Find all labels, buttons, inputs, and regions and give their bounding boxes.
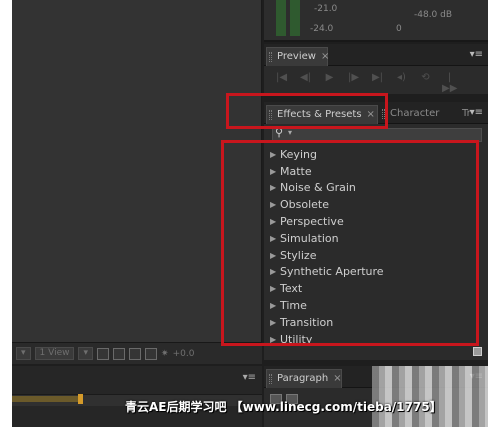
last-frame-icon[interactable]: ▶| bbox=[370, 72, 385, 94]
highlight-box-effects-tab bbox=[226, 93, 388, 129]
audio-meter-right bbox=[290, 0, 300, 36]
grip-icon[interactable] bbox=[269, 52, 272, 62]
grip-icon[interactable] bbox=[269, 374, 272, 384]
tab-label: Preview bbox=[277, 51, 316, 62]
panel-resize-icon[interactable] bbox=[473, 347, 482, 356]
timeline-panel: ▾≡ bbox=[12, 366, 262, 427]
after-effects-window: ▾ 1 View ▾ ✷ +0.0 ▾≡ -21.0 -24.0 -48.0 d… bbox=[12, 0, 488, 427]
tab-paragraph[interactable]: Paragraph × bbox=[266, 369, 342, 388]
first-frame-icon[interactable]: |◀ bbox=[274, 72, 289, 94]
tab-preview[interactable]: Preview × bbox=[266, 47, 329, 66]
watermark-text: 青云AE后期学习吧 【www.linecg.com/tieba/1775】 bbox=[125, 400, 442, 414]
panel-menu-icon[interactable]: ▾≡ bbox=[470, 49, 483, 60]
white-right-margin bbox=[488, 0, 500, 427]
exposure-value[interactable]: +0.0 bbox=[173, 349, 195, 359]
audio-db-label: -48.0 dB bbox=[414, 10, 453, 20]
timeline-menu-icon[interactable]: ▾≡ bbox=[243, 372, 256, 383]
exposure-icon[interactable]: ✷ bbox=[161, 349, 169, 359]
audio-level-label: -21.0 bbox=[314, 4, 338, 14]
loop-icon[interactable]: ⟲ bbox=[418, 72, 433, 94]
chevron-down-icon[interactable]: ▾ bbox=[288, 128, 292, 137]
audio-icon[interactable]: ◂) bbox=[394, 72, 409, 94]
work-area-bar[interactable] bbox=[12, 396, 80, 402]
audio-level-label: -24.0 bbox=[310, 24, 334, 34]
preview-tabbar: Preview × ▾≡ bbox=[264, 44, 488, 66]
scrollbar[interactable] bbox=[478, 146, 486, 346]
tab-label: Character bbox=[390, 108, 440, 119]
audio-meter-left bbox=[276, 0, 286, 36]
next-frame-icon[interactable]: |▶ bbox=[346, 72, 361, 94]
fast-preview-icon[interactable] bbox=[113, 347, 126, 360]
preview-panel: Preview × ▾≡ |◀ ◀| ▶ |▶ ▶| ◂) ⟲ |▶▶ bbox=[264, 44, 488, 94]
arrow-dropdown[interactable]: ▾ bbox=[16, 347, 31, 360]
view-layout-dropdown[interactable]: 1 View bbox=[34, 347, 75, 360]
audio-panel: -21.0 -24.0 -48.0 dB 0 bbox=[264, 0, 488, 42]
highlight-box-categories bbox=[221, 140, 479, 346]
ram-preview-icon[interactable]: |▶▶ bbox=[442, 72, 457, 94]
view-layout-arrow[interactable]: ▾ bbox=[78, 347, 94, 360]
toggle-pixel-aspect-icon[interactable] bbox=[97, 347, 110, 360]
tab-label: Paragraph bbox=[277, 373, 329, 384]
audio-level-label: 0 bbox=[396, 24, 402, 34]
playhead[interactable] bbox=[78, 394, 83, 404]
transparency-grid-icon[interactable] bbox=[129, 347, 142, 360]
tab-character[interactable]: Character bbox=[380, 105, 450, 124]
panel-menu-icon[interactable]: ▾≡ bbox=[470, 107, 483, 118]
close-icon[interactable]: × bbox=[321, 51, 329, 62]
mosaic-blur bbox=[372, 366, 488, 427]
close-icon[interactable]: × bbox=[333, 373, 341, 384]
play-icon[interactable]: ▶ bbox=[322, 72, 337, 94]
preview-controls: |◀ ◀| ▶ |▶ ▶| ◂) ⟲ |▶▶ bbox=[274, 72, 457, 94]
flowchart-icon[interactable] bbox=[145, 347, 158, 360]
prev-frame-icon[interactable]: ◀| bbox=[298, 72, 313, 94]
